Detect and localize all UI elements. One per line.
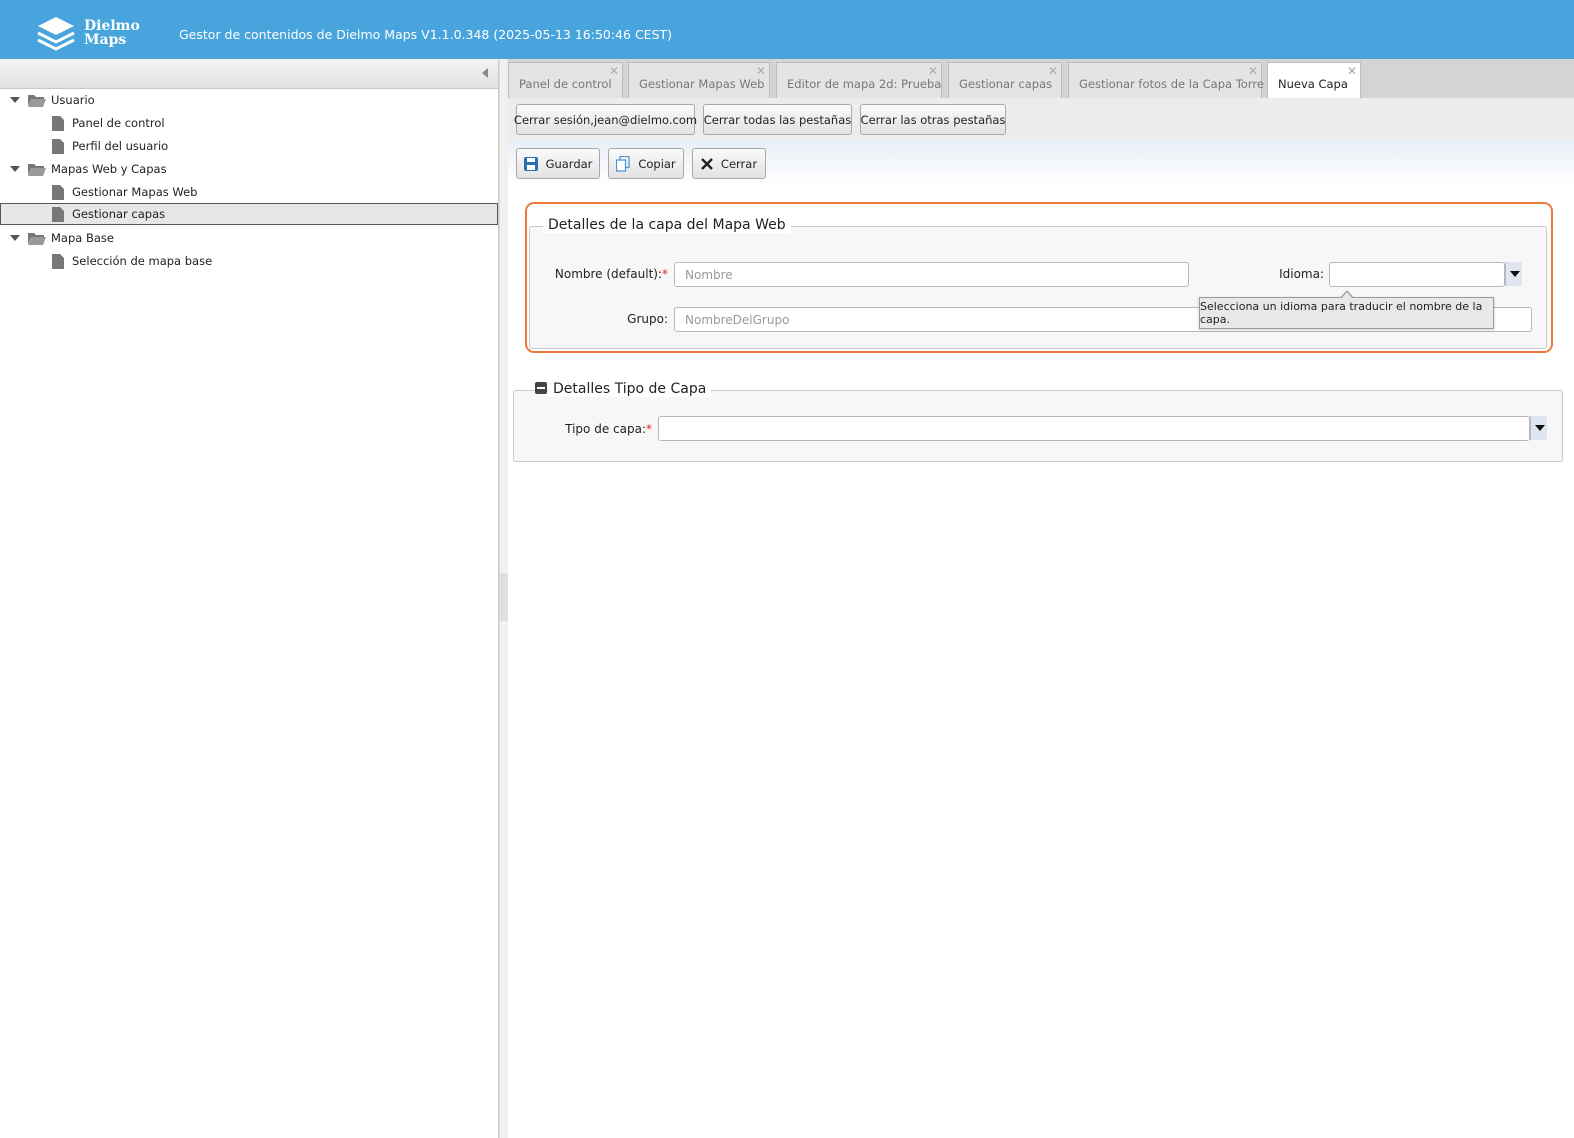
tab-gestionar-fotos[interactable]: Gestionar fotos de la Capa Torre ✕ bbox=[1068, 62, 1264, 98]
expand-toggle-icon[interactable] bbox=[10, 97, 20, 103]
logo-line-2: Maps bbox=[84, 32, 127, 48]
panel-splitter[interactable] bbox=[499, 59, 508, 1138]
close-all-tabs-button[interactable]: Cerrar todas las pestañas bbox=[703, 104, 852, 135]
close-tab-icon[interactable]: ✕ bbox=[928, 64, 938, 78]
tab-label: Panel de control bbox=[519, 77, 612, 91]
copy-icon bbox=[616, 155, 630, 172]
tab-bar: Panel de control ✕ Gestionar Mapas Web ✕… bbox=[508, 59, 1574, 98]
app-header: Dielmo Maps Gestor de contenidos de Diel… bbox=[0, 0, 1574, 59]
close-icon bbox=[701, 157, 713, 170]
required-mark: * bbox=[662, 267, 668, 281]
logo-line-1: Dielmo bbox=[84, 18, 140, 34]
tree-group-mapas-web-y-capas[interactable]: Mapas Web y Capas bbox=[10, 158, 167, 180]
tab-gestionar-mapas-web[interactable]: Gestionar Mapas Web ✕ bbox=[628, 62, 770, 98]
layer-type-label: Tipo de capa:* bbox=[548, 422, 652, 436]
save-label: Guardar bbox=[545, 156, 593, 171]
layer-type-label-text: Tipo de capa: bbox=[565, 422, 646, 436]
language-dropdown-arrow-icon[interactable] bbox=[1505, 262, 1522, 286]
name-label-text: Nombre (default): bbox=[554, 267, 662, 281]
tree-item-label: Selección de mapa base bbox=[72, 254, 213, 268]
layers-logo-icon bbox=[37, 17, 75, 51]
close-tab-icon[interactable]: ✕ bbox=[756, 64, 766, 78]
tab-label: Gestionar capas bbox=[959, 77, 1053, 91]
folder-open-icon bbox=[28, 94, 46, 107]
tree-item-panel-de-control[interactable]: Panel de control bbox=[52, 112, 165, 134]
tab-panel-de-control[interactable]: Panel de control ✕ bbox=[508, 62, 623, 98]
dielmo-maps-logo: Dielmo Maps bbox=[36, 15, 140, 53]
close-tab-icon[interactable]: ✕ bbox=[1248, 64, 1258, 78]
close-tab-icon[interactable]: ✕ bbox=[1048, 64, 1058, 78]
tab-label: Editor de mapa 2d: Prueba bbox=[787, 77, 942, 91]
tree-group-label: Mapa Base bbox=[51, 231, 114, 245]
name-label: Nombre (default):* bbox=[548, 267, 668, 281]
main-panel: Panel de control ✕ Gestionar Mapas Web ✕… bbox=[508, 59, 1574, 1138]
collapse-sidebar-icon[interactable] bbox=[482, 68, 488, 78]
tree-item-gestionar-capas[interactable]: Gestionar capas bbox=[0, 203, 498, 225]
close-label: Cerrar bbox=[720, 156, 758, 171]
close-button[interactable]: Cerrar bbox=[692, 148, 766, 179]
save-icon bbox=[523, 156, 538, 171]
collapse-minus-icon[interactable] bbox=[535, 382, 547, 394]
close-other-tabs-button[interactable]: Cerrar las otras pestañas bbox=[860, 104, 1006, 135]
tree-item-seleccion-de-mapa-base[interactable]: Selección de mapa base bbox=[52, 250, 212, 272]
document-icon bbox=[52, 253, 64, 269]
layer-type-legend: Detalles Tipo de Capa bbox=[548, 381, 712, 397]
language-label: Idioma: bbox=[1279, 267, 1324, 281]
language-tooltip: Selecciona un idioma para traducir el no… bbox=[1199, 290, 1494, 329]
tab-gestionar-capas[interactable]: Gestionar capas ✕ bbox=[948, 62, 1062, 98]
document-icon bbox=[52, 138, 64, 154]
navigation-sidebar: Usuario Panel de control Perfil del usua… bbox=[0, 59, 499, 1138]
sidebar-header bbox=[0, 59, 498, 89]
tab-editor-de-mapa-2d[interactable]: Editor de mapa 2d: Prueba ✕ bbox=[776, 62, 942, 98]
copy-label: Copiar bbox=[638, 156, 676, 171]
layer-type-dropdown-arrow-icon[interactable] bbox=[1530, 416, 1547, 440]
folder-open-icon bbox=[28, 163, 46, 176]
tree-item-label: Gestionar Mapas Web bbox=[72, 185, 198, 199]
expand-toggle-icon[interactable] bbox=[10, 235, 20, 241]
close-tab-icon[interactable]: ✕ bbox=[1347, 64, 1357, 78]
logo-text: Dielmo Maps bbox=[84, 19, 140, 47]
copy-button[interactable]: Copiar bbox=[608, 148, 684, 179]
required-mark: * bbox=[646, 422, 652, 436]
document-icon bbox=[52, 206, 64, 222]
save-button[interactable]: Guardar bbox=[516, 148, 600, 179]
tree-item-gestionar-mapas-web[interactable]: Gestionar Mapas Web bbox=[52, 181, 197, 203]
document-icon bbox=[52, 115, 64, 131]
tree-group-label: Mapas Web y Capas bbox=[51, 162, 167, 176]
tree-group-usuario[interactable]: Usuario bbox=[10, 89, 95, 111]
logout-button[interactable]: Cerrar sesión,jean@dielmo.com bbox=[514, 104, 697, 135]
tree-group-label: Usuario bbox=[51, 93, 95, 107]
tree-item-perfil-del-usuario[interactable]: Perfil del usuario bbox=[52, 135, 168, 157]
splitter-handle[interactable] bbox=[500, 573, 508, 621]
session-toolbar: Cerrar sesión,jean@dielmo.com Cerrar tod… bbox=[508, 98, 1574, 141]
tab-label: Gestionar fotos de la Capa Torre bbox=[1079, 77, 1264, 91]
action-toolbar: Guardar Copiar Cerrar bbox=[508, 141, 1574, 183]
group-label: Grupo: bbox=[627, 312, 668, 326]
language-select[interactable] bbox=[1329, 262, 1505, 287]
tab-nueva-capa[interactable]: Nueva Capa ✕ bbox=[1267, 62, 1361, 98]
layer-details-legend: Detalles de la capa del Mapa Web bbox=[543, 217, 791, 233]
document-icon bbox=[52, 184, 64, 200]
app-title: Gestor de contenidos de Dielmo Maps V1.1… bbox=[179, 27, 673, 42]
tree-item-label: Panel de control bbox=[72, 116, 165, 130]
tab-label: Gestionar Mapas Web bbox=[639, 77, 765, 91]
tree-group-mapa-base[interactable]: Mapa Base bbox=[10, 227, 114, 249]
tree-item-label: Perfil del usuario bbox=[72, 139, 169, 153]
folder-open-icon bbox=[28, 232, 46, 245]
tree-item-label: Gestionar capas bbox=[72, 207, 166, 221]
close-tab-icon[interactable]: ✕ bbox=[609, 64, 619, 78]
name-input[interactable] bbox=[674, 262, 1189, 287]
expand-toggle-icon[interactable] bbox=[10, 166, 20, 172]
layer-type-select[interactable] bbox=[658, 416, 1530, 441]
tab-label: Nueva Capa bbox=[1278, 77, 1348, 91]
